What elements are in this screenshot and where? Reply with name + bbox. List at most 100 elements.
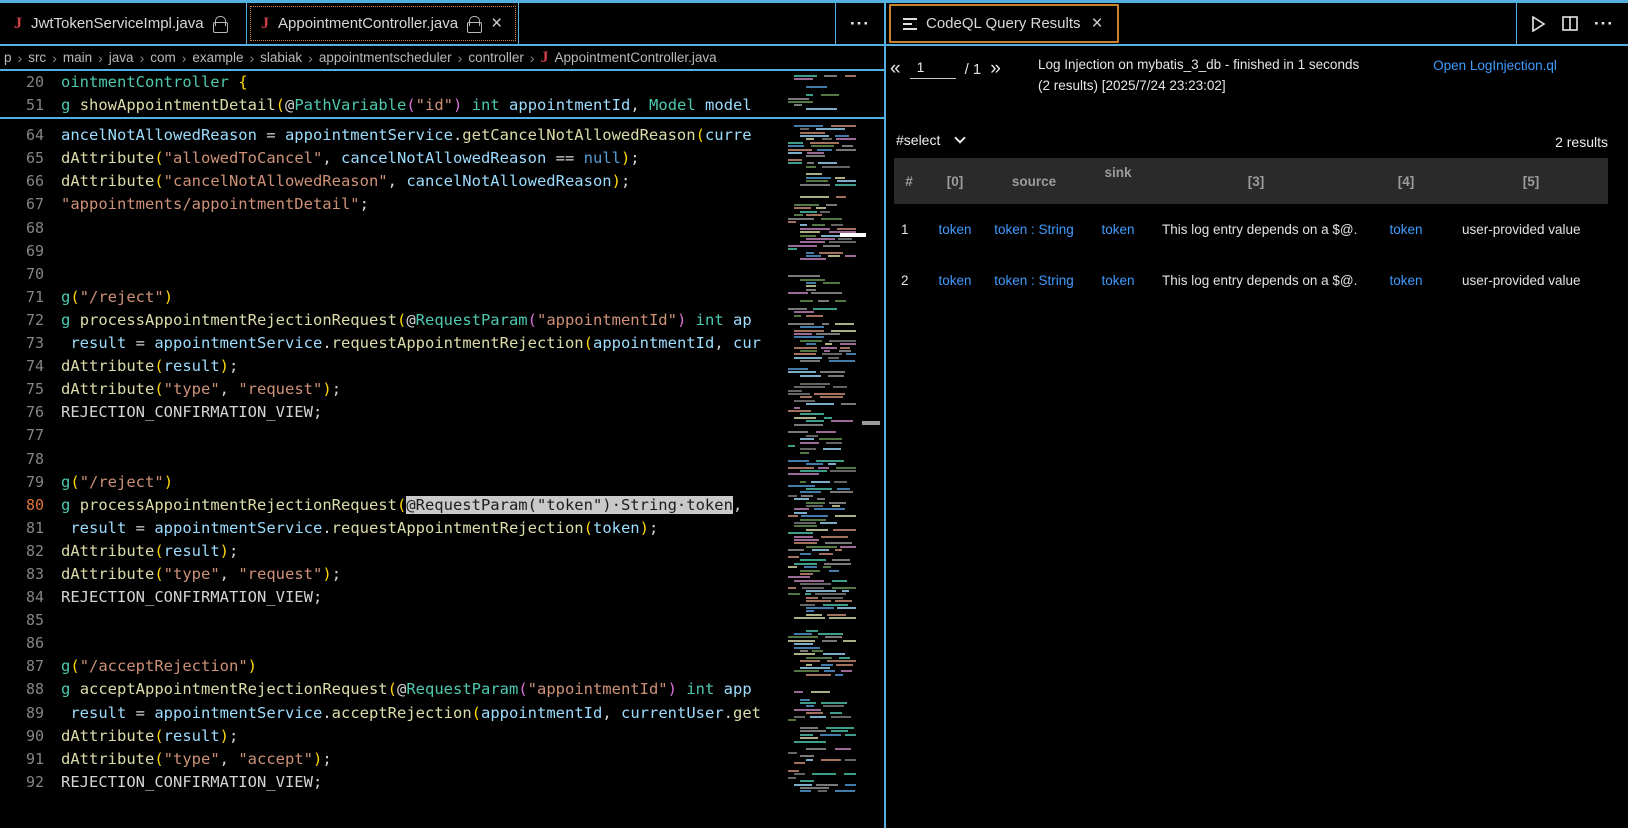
chevron-right-icon: ›: [139, 49, 145, 66]
code-line: 84 REJECTION_CONFIRMATION_VIEW;: [0, 586, 884, 609]
breadcrumb-item[interactable]: main: [63, 50, 92, 65]
breadcrumb-item[interactable]: java: [109, 50, 134, 65]
line-number: 66: [25, 172, 44, 191]
line-number: 74: [25, 357, 44, 376]
code-line: 92 REJECTION_CONFIRMATION_VIEW;: [0, 771, 884, 794]
select-dropdown[interactable]: #select: [896, 132, 967, 148]
select-label: #select: [896, 132, 941, 148]
code-line: 74 dAttribute(result);: [0, 355, 884, 378]
line-number: 72: [25, 310, 44, 329]
results-header-row: # [0] source sink [3] [4] [5]: [894, 158, 1608, 204]
chevron-right-icon: ›: [17, 49, 23, 66]
code-line: 88 g acceptAppointmentRejectionRequest(@R…: [0, 678, 884, 701]
breadcrumb-item[interactable]: com: [150, 50, 176, 65]
chevron-right-icon: ›: [457, 49, 463, 66]
column-header[interactable]: sink: [1082, 158, 1154, 204]
tab-label: AppointmentController.java: [278, 15, 459, 32]
line-number: 87: [25, 657, 44, 676]
column-header[interactable]: [5]: [1454, 158, 1608, 204]
code-line: 67 "appointments/appointmentDetail";: [0, 193, 884, 216]
minimap-selection-marker: [840, 233, 866, 237]
chevron-right-icon: ›: [181, 49, 187, 66]
line-number: 90: [25, 726, 44, 745]
lock-icon: [212, 16, 228, 33]
code-line: 89 result = appointmentService.acceptRej…: [0, 702, 884, 725]
tab-jwttokenserviceimpl[interactable]: J JwtTokenServiceImpl.java: [0, 3, 247, 44]
code-line: 72 g processAppointmentRejectionRequest(@…: [0, 309, 884, 332]
breadcrumb: p › src › main › java › com › example › slabiak › appo…: [0, 46, 884, 71]
query-results-icon: [903, 17, 917, 30]
line-number: 84: [25, 588, 44, 607]
chevron-right-icon: ›: [52, 49, 57, 66]
editor-group-left: J JwtTokenServiceImpl.java J Appointment…: [0, 0, 884, 828]
tab-label: JwtTokenServiceImpl.java: [31, 15, 204, 32]
line-number: 91: [25, 749, 44, 768]
result-link[interactable]: token: [1389, 273, 1422, 288]
result-number: 1: [901, 222, 909, 237]
page-total: / 1: [964, 60, 982, 78]
line-number: 78: [25, 449, 44, 468]
chevron-right-icon: ›: [529, 49, 535, 66]
breadcrumb-item[interactable]: src: [28, 50, 46, 65]
chevron-down-icon: [954, 132, 967, 144]
line-number: 92: [25, 772, 44, 791]
result-link[interactable]: token: [1389, 222, 1422, 237]
line-number: 79: [25, 472, 44, 491]
line-number: 51: [25, 96, 44, 115]
more-actions-icon[interactable]: ···: [1594, 14, 1614, 34]
line-number: 69: [25, 241, 44, 260]
more-actions-icon[interactable]: ···: [850, 14, 870, 34]
code-line: 90 dAttribute(result);: [0, 725, 884, 748]
line-number: 65: [25, 149, 44, 168]
breadcrumb-item[interactable]: example: [192, 50, 243, 65]
split-editor-icon[interactable]: [1562, 16, 1578, 31]
prev-page-icon[interactable]: «: [890, 58, 901, 80]
code-line: 64 ancelNotAllowedReason = appointmentSer…: [0, 124, 884, 147]
code-line: 79 g("/reject"): [0, 471, 884, 494]
java-file-icon: J: [261, 14, 269, 32]
column-header[interactable]: [4]: [1358, 158, 1454, 204]
close-icon[interactable]: ×: [489, 14, 504, 33]
breadcrumb-item[interactable]: appointmentscheduler: [319, 50, 452, 65]
breadcrumb-file[interactable]: AppointmentController.java: [555, 50, 717, 65]
page-number-input[interactable]: [909, 59, 956, 79]
java-file-icon: J: [14, 14, 22, 32]
minimap[interactable]: [786, 73, 856, 799]
next-page-icon[interactable]: »: [990, 58, 1001, 80]
query-status-text: Log Injection on mybatis_3_db - finished…: [1038, 57, 1360, 93]
code-line: 71 g("/reject"): [0, 286, 884, 309]
result-message: user-provided value: [1462, 222, 1581, 237]
code-editor[interactable]: 20 ointmentController {51 g showAppointmen…: [0, 71, 884, 826]
column-header[interactable]: #: [894, 158, 924, 204]
code-line: 78: [0, 448, 884, 471]
tab-appointmentcontroller[interactable]: J AppointmentController.java ×: [247, 3, 520, 44]
column-header[interactable]: [0]: [924, 158, 986, 204]
result-link[interactable]: token : String: [994, 222, 1074, 237]
result-row: 2 token token : String token This log entry …: [894, 255, 1608, 306]
column-header[interactable]: source: [986, 158, 1082, 204]
open-query-file-link[interactable]: Open LogInjection.ql: [1431, 56, 1559, 76]
breadcrumb-item[interactable]: slabiak: [260, 50, 302, 65]
result-link[interactable]: token: [1101, 222, 1134, 237]
code-line: 76 REJECTION_CONFIRMATION_VIEW;: [0, 401, 884, 424]
results-table: # [0] source sink [3] [4] [5] 1 token token : St…: [894, 158, 1608, 306]
result-message: This log entry depends on a $@.: [1162, 273, 1358, 288]
result-link[interactable]: token: [1101, 273, 1134, 288]
result-link[interactable]: token : String: [994, 273, 1074, 288]
code-line: 86: [0, 632, 884, 655]
line-number: 88: [25, 680, 44, 699]
lock-icon: [467, 16, 483, 33]
chevron-right-icon: ›: [249, 49, 255, 66]
run-query-icon[interactable]: [1531, 15, 1546, 32]
breadcrumb-item[interactable]: controller: [468, 50, 524, 65]
breadcrumb-item[interactable]: p: [4, 50, 12, 65]
tab-codeql-query-results[interactable]: CodeQL Query Results ×: [889, 4, 1119, 43]
code-line: 70: [0, 263, 884, 286]
result-link[interactable]: token: [938, 222, 971, 237]
code-line: 83 dAttribute("type", "request");: [0, 563, 884, 586]
code-line: 81 result = appointmentService.requestAp…: [0, 517, 884, 540]
result-link[interactable]: token: [938, 273, 971, 288]
close-icon[interactable]: ×: [1090, 14, 1105, 33]
scrollbar-handle[interactable]: [862, 421, 880, 425]
column-header[interactable]: [3]: [1154, 158, 1358, 204]
